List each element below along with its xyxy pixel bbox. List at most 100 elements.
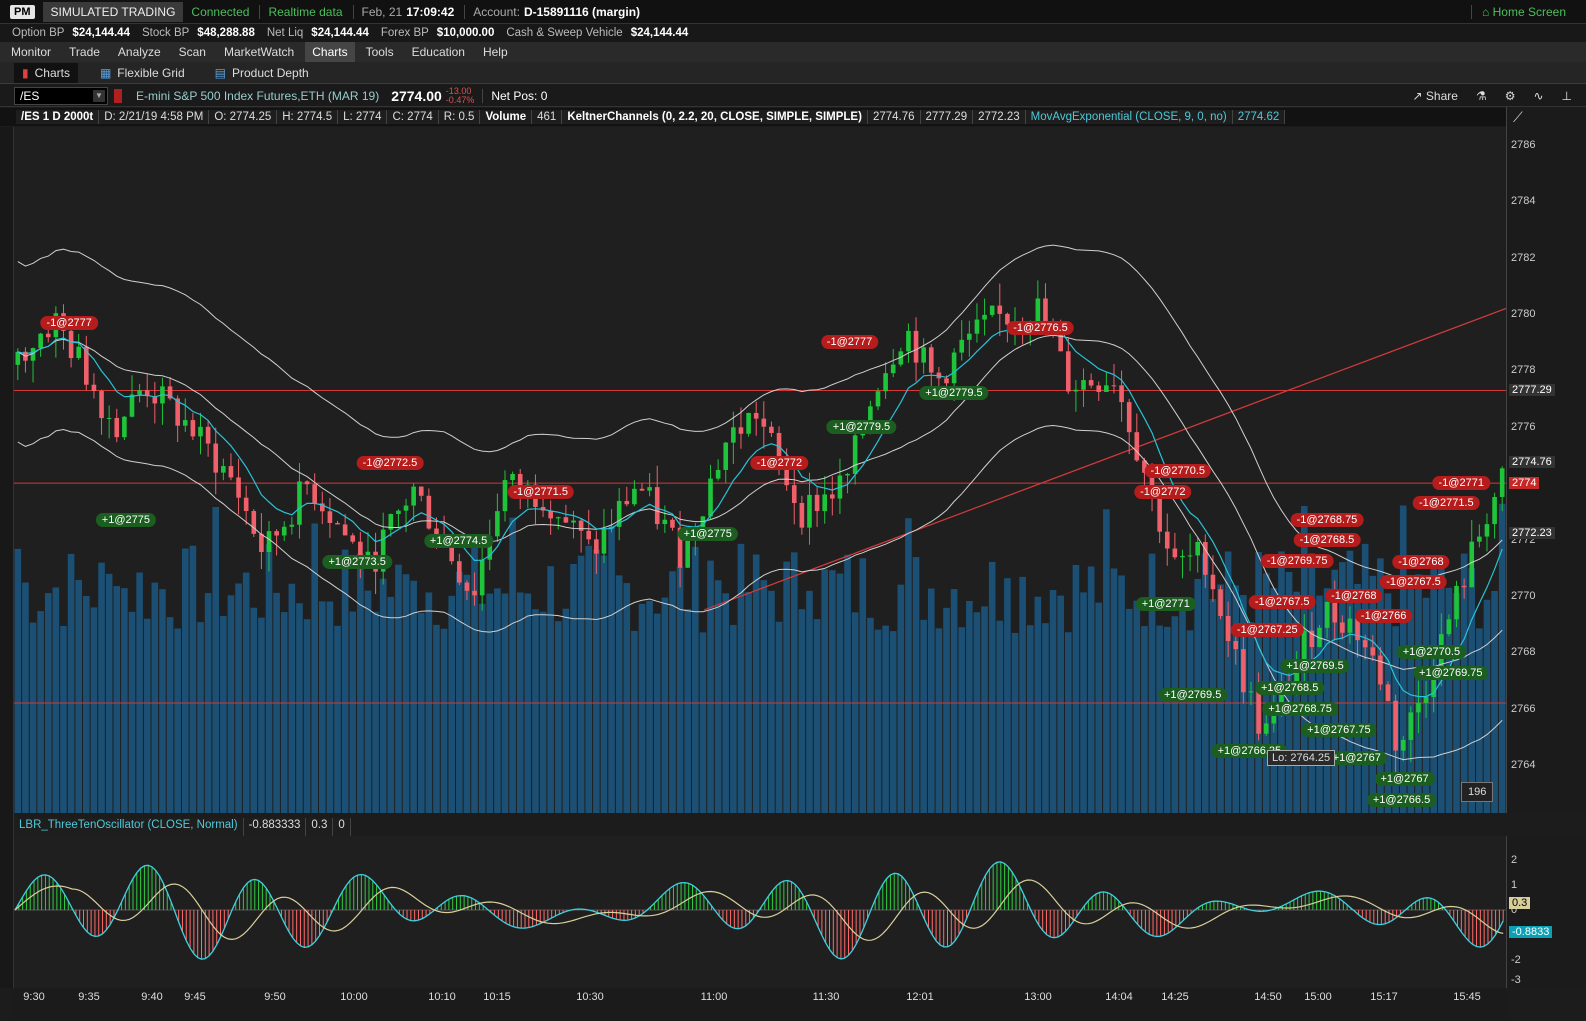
menu-charts[interactable]: Charts bbox=[305, 42, 355, 62]
buy-order-tag[interactable]: +1@2769.5 bbox=[1157, 687, 1228, 702]
volume-bar bbox=[1171, 616, 1179, 813]
sell-order-tag[interactable]: -1@2767.5 bbox=[1248, 594, 1316, 609]
buy-order-tag[interactable]: +1@2779.5 bbox=[919, 386, 989, 400]
account-selector[interactable]: D-15891116 (margin) bbox=[524, 5, 640, 19]
buy-order-tag[interactable]: +1@2769.75 bbox=[1413, 666, 1489, 681]
chevron-down-icon[interactable]: ▼ bbox=[93, 89, 105, 102]
price-chart[interactable]: -1@2777 -1@2777 -1@2776.5 -1@2772.5 -1@2772 -… bbox=[14, 127, 1506, 813]
candle-body bbox=[1134, 432, 1140, 461]
oscillator-axis[interactable]: 210-1-2-30.3-0.8833 bbox=[1506, 836, 1586, 988]
keltner-label[interactable]: KeltnerChannels (0, 2.2, 20, CLOSE, SIMP… bbox=[562, 110, 868, 124]
home-screen-button[interactable]: ⌂ Home Screen bbox=[1471, 4, 1566, 19]
menu-education[interactable]: Education bbox=[405, 42, 472, 62]
symbol-input[interactable]: /ES ▼ bbox=[14, 86, 108, 105]
trading-mode[interactable]: SIMULATED TRADING bbox=[42, 1, 184, 22]
buy-order-tag[interactable]: +1@2773.5 bbox=[322, 555, 392, 570]
price-tick: 2770 bbox=[1511, 589, 1536, 602]
sell-order-tag[interactable]: -1@2771.5 bbox=[507, 484, 574, 499]
candle-body bbox=[403, 505, 409, 511]
buy-order-tag[interactable]: +1@2768.5 bbox=[1254, 680, 1325, 695]
buy-order-tag[interactable]: +1@2769.5 bbox=[1280, 659, 1350, 674]
candle-body bbox=[479, 559, 485, 596]
sell-order-tag[interactable]: -1@2768.5 bbox=[1293, 532, 1361, 547]
volume-bar bbox=[760, 580, 768, 813]
sell-order-tag[interactable]: -1@2770.5 bbox=[1144, 463, 1212, 478]
buy-order-tag[interactable]: +1@2766.5 bbox=[1366, 793, 1437, 808]
time-axis[interactable]: 9:30 9:35 9:40 9:45 9:50 10:00 10:10 10:15 10:30… bbox=[14, 988, 1506, 1021]
volume-label[interactable]: Volume bbox=[480, 110, 533, 124]
candle-body bbox=[1469, 541, 1475, 588]
sell-order-tag[interactable]: -1@2767.5 bbox=[1380, 574, 1447, 589]
buy-order-tag[interactable]: +1@2770.5 bbox=[1396, 645, 1467, 660]
sell-order-tag[interactable]: -1@2772.5 bbox=[356, 456, 424, 471]
volume-bar bbox=[859, 558, 867, 813]
chart-tools: ↗ Share ⚗ ⚙ ∿ ⊥ bbox=[1413, 89, 1572, 103]
sell-order-tag[interactable]: -1@2777 bbox=[820, 335, 879, 350]
candle-body bbox=[129, 394, 135, 417]
menu-scan[interactable]: Scan bbox=[172, 42, 213, 62]
ema-label[interactable]: MovAvgExponential (CLOSE, 9, 0, no) bbox=[1025, 110, 1233, 124]
oscillator-label[interactable]: LBR_ThreeTenOscillator (CLOSE, Normal) bbox=[14, 818, 244, 836]
buy-order-tag[interactable]: +1@2767 bbox=[1326, 750, 1387, 765]
price-axis[interactable]: ⟋ 27862784278227802778277627742772277027… bbox=[1506, 107, 1586, 813]
buy-order-tag[interactable]: +1@2774.5 bbox=[423, 533, 494, 548]
buy-order-tag[interactable]: +1@2768.75 bbox=[1262, 701, 1338, 716]
sell-order-tag[interactable]: -1@2769.75 bbox=[1260, 553, 1334, 568]
menu-analyze[interactable]: Analyze bbox=[111, 42, 168, 62]
sell-order-tag[interactable]: -1@2768.75 bbox=[1290, 512, 1364, 527]
tab-product-depth[interactable]: ▤ Product Depth bbox=[207, 63, 317, 83]
volume-bar bbox=[151, 582, 159, 813]
candle-body bbox=[974, 319, 980, 334]
menu-tools[interactable]: Tools bbox=[359, 42, 401, 62]
volume-bar bbox=[265, 544, 273, 813]
volume-bar bbox=[790, 552, 798, 813]
menu-monitor[interactable]: Monitor bbox=[4, 42, 58, 62]
sell-order-tag[interactable]: -1@2777 bbox=[40, 315, 98, 330]
candle-body bbox=[586, 530, 592, 540]
link-color-tag[interactable] bbox=[114, 88, 122, 103]
volume-bar bbox=[973, 612, 981, 813]
candle-body bbox=[122, 416, 127, 438]
sell-order-tag[interactable]: -1@2771 bbox=[1432, 476, 1490, 491]
time-tick: 12:01 bbox=[906, 991, 934, 1003]
studies-icon[interactable]: ∿ bbox=[1533, 89, 1543, 103]
candle-body bbox=[1195, 541, 1201, 556]
drawing-tool-icon[interactable]: ⟋ bbox=[1513, 109, 1523, 126]
left-panel-handle[interactable] bbox=[0, 127, 14, 988]
pin-icon[interactable]: ⊥ bbox=[1562, 89, 1572, 103]
volume-bar bbox=[303, 619, 311, 813]
sell-order-tag[interactable]: -1@2776.5 bbox=[1007, 321, 1074, 336]
sell-order-tag[interactable]: -1@2772 bbox=[1134, 484, 1192, 499]
volume-bar bbox=[379, 578, 387, 813]
gear-icon[interactable]: ⚙ bbox=[1505, 89, 1516, 103]
sell-order-tag[interactable]: -1@2768 bbox=[1325, 588, 1383, 603]
sell-order-tag[interactable]: -1@2768 bbox=[1392, 555, 1450, 570]
volume-bar bbox=[1468, 568, 1476, 813]
tab-charts[interactable]: ▮ Charts bbox=[14, 62, 78, 83]
sell-order-tag[interactable]: -1@2771.5 bbox=[1413, 495, 1480, 510]
sell-order-tag[interactable]: -1@2772 bbox=[750, 456, 809, 471]
buy-order-tag[interactable]: +1@2771 bbox=[1135, 597, 1196, 612]
buy-order-tag[interactable]: +1@2767.75 bbox=[1301, 722, 1377, 737]
time-tick: 9:30 bbox=[23, 991, 45, 1003]
time-tick: 15:17 bbox=[1370, 991, 1398, 1003]
buy-order-tag[interactable]: +1@2775 bbox=[95, 512, 156, 527]
sell-order-tag[interactable]: -1@2766 bbox=[1354, 608, 1413, 623]
tab-flexible-grid[interactable]: ▦ Flexible Grid bbox=[92, 63, 193, 83]
menu-marketwatch[interactable]: MarketWatch bbox=[217, 42, 301, 62]
sell-order-tag[interactable]: -1@2767.25 bbox=[1230, 622, 1304, 637]
candle-body bbox=[822, 494, 828, 512]
volume-bar bbox=[220, 615, 227, 813]
oscillator-chart[interactable] bbox=[14, 836, 1506, 988]
volume-bar bbox=[653, 613, 661, 813]
flask-icon[interactable]: ⚗ bbox=[1476, 89, 1487, 103]
buy-order-tag[interactable]: +1@2767 bbox=[1374, 772, 1435, 787]
buy-order-tag[interactable]: +1@2779.5 bbox=[826, 419, 897, 434]
menu-help[interactable]: Help bbox=[476, 42, 515, 62]
share-button[interactable]: ↗ Share bbox=[1413, 89, 1458, 103]
volume-bar bbox=[326, 601, 334, 813]
stock-bp-label: Stock BP bbox=[141, 27, 190, 39]
menu-trade[interactable]: Trade bbox=[62, 42, 107, 62]
oscillator-tick: 2 bbox=[1511, 854, 1518, 866]
buy-order-tag[interactable]: +1@2775 bbox=[677, 526, 738, 541]
